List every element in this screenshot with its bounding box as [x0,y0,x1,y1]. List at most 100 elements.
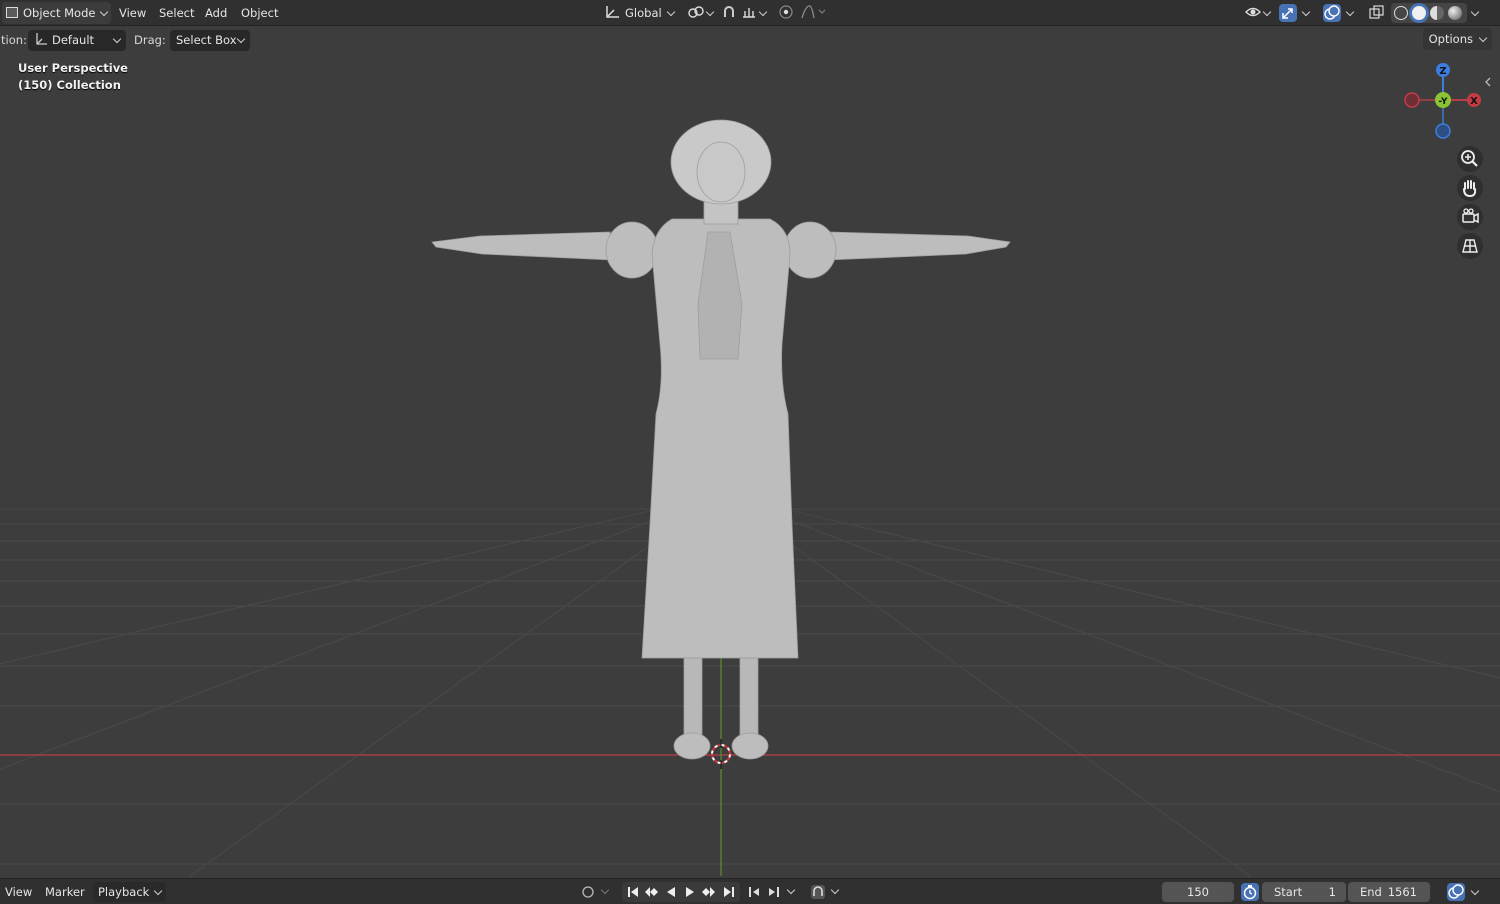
3d-viewport[interactable]: User Perspective (150) Collection Z X -Y [0,54,1500,876]
record-icon [582,886,594,898]
start-value: 1 [1328,885,1336,899]
timeline-menu-view[interactable]: View [0,882,37,902]
visibility-dropdown[interactable] [1240,3,1275,23]
menu-view[interactable]: View [114,3,151,23]
gizmo-y-label: -Y [1439,97,1448,107]
chevron-down-icon [1478,33,1488,43]
solid-shading-icon[interactable] [1412,6,1426,20]
menu-object[interactable]: Object [236,3,283,23]
transform-orientation-label: Global [625,6,662,20]
shading-dropdown[interactable] [1467,3,1483,23]
record-button[interactable] [580,884,596,900]
orientation-icon [606,6,619,18]
wireframe-shading-icon[interactable] [1394,6,1408,20]
chevron-down-icon [1470,7,1480,17]
chevron-down-icon [830,885,840,895]
camera-view-button[interactable] [1457,204,1483,230]
drag-value: Select Box [176,33,237,47]
prev-key-button[interactable] [746,884,762,900]
timeline-playback-dropdown[interactable]: Playback [93,882,167,902]
gizmo-dropdown[interactable] [1298,3,1314,23]
sidebar-toggle[interactable] [1484,76,1492,88]
prev-keyframe-button[interactable] [643,884,659,900]
jump-end-button[interactable] [721,884,737,900]
object-mode-label: Object Mode [23,6,96,20]
chevron-down-icon [666,7,675,17]
orientation-icon [36,33,47,45]
xray-toggle[interactable] [1364,3,1390,23]
sync-dropdown[interactable] [1467,882,1483,902]
object-mode-icon [6,7,18,18]
view-collection-label: (150) Collection [18,78,121,92]
jump-start-icon [628,887,638,897]
play-reverse-icon [667,887,675,897]
chevron-down-icon [1470,886,1480,896]
menu-add[interactable]: Add [200,3,232,23]
zoom-button[interactable] [1457,146,1483,172]
ortho-toggle-button[interactable] [1457,233,1483,259]
chevron-down-icon [236,34,246,44]
play-reverse-button[interactable] [663,884,679,900]
autokey-dropdown[interactable] [830,884,846,900]
autokey-icon [811,885,825,899]
rendered-shading-icon[interactable] [1448,6,1462,20]
menu-select[interactable]: Select [154,3,199,23]
jump-end-icon [724,887,734,897]
clock-icon [1243,885,1257,900]
options-dropdown[interactable]: Options [1422,28,1492,50]
view-perspective-label: User Perspective [18,61,128,75]
next-keyframe-icon [702,887,715,897]
gizmo-toggle[interactable] [1279,4,1297,22]
gizmo-neg-z-axis [1435,123,1451,139]
next-keyframe-button[interactable] [701,884,717,900]
next-key-button[interactable] [766,884,782,900]
visibility-icon [1245,7,1261,17]
chevron-down-icon [1301,7,1311,17]
next-key-icon [769,887,779,897]
pivot-point-dropdown[interactable] [683,3,718,23]
timeline-header: View Marker Playback 150 Start 1 End 156… [0,878,1500,904]
orientation-dropdown[interactable]: Default [28,30,126,51]
material-shading-icon[interactable] [1430,6,1444,20]
jump-start-button[interactable] [625,884,641,900]
record-dropdown[interactable] [600,884,616,900]
end-frame-field[interactable]: End 1561 [1348,882,1430,902]
play-icon [686,887,694,897]
use-preview-range-toggle[interactable] [1241,883,1259,901]
sync-overlay-toggle[interactable] [1447,883,1465,901]
gizmo-z-label: Z [1439,66,1446,77]
chevron-down-icon [705,7,715,17]
chevron-down-icon [112,34,122,44]
shading-mode-group [1391,3,1467,23]
current-frame-field[interactable]: 150 [1162,882,1234,902]
orientation-value: Default [52,33,95,47]
pan-hand-icon [1463,180,1477,198]
camera-icon [1462,208,1479,224]
gizmo-icon [1282,8,1293,19]
end-label: End [1360,885,1382,899]
snap-target-dropdown[interactable] [736,3,771,23]
play-button[interactable] [682,884,698,900]
autokey-button[interactable] [810,884,826,900]
zoom-icon [1461,150,1478,167]
transform-orientation-dropdown[interactable]: Global [600,3,679,23]
overlay-toggle[interactable] [1323,4,1341,22]
drag-label: Drag: [134,33,166,47]
start-frame-field[interactable]: Start 1 [1262,882,1346,902]
object-mode-dropdown[interactable]: Object Mode [2,2,112,24]
navigation-gizmo[interactable]: Z X -Y [1400,60,1490,144]
chevron-down-icon [100,7,109,17]
falloff-dropdown[interactable] [795,3,831,23]
overlay-dropdown[interactable] [1342,3,1358,23]
sync-icon [1448,884,1464,899]
gizmo-x-label: X [1470,96,1478,107]
keying-dropdown[interactable] [786,884,802,900]
keying-icon [749,887,759,897]
pan-button[interactable] [1457,175,1483,201]
chevron-down-icon [1262,7,1272,17]
drag-dropdown[interactable]: Select Box [170,30,250,51]
floor-grid [0,119,1500,876]
timeline-menu-marker[interactable]: Marker [40,882,90,902]
chevron-left-icon [1485,77,1491,87]
falloff-icon [801,5,826,19]
